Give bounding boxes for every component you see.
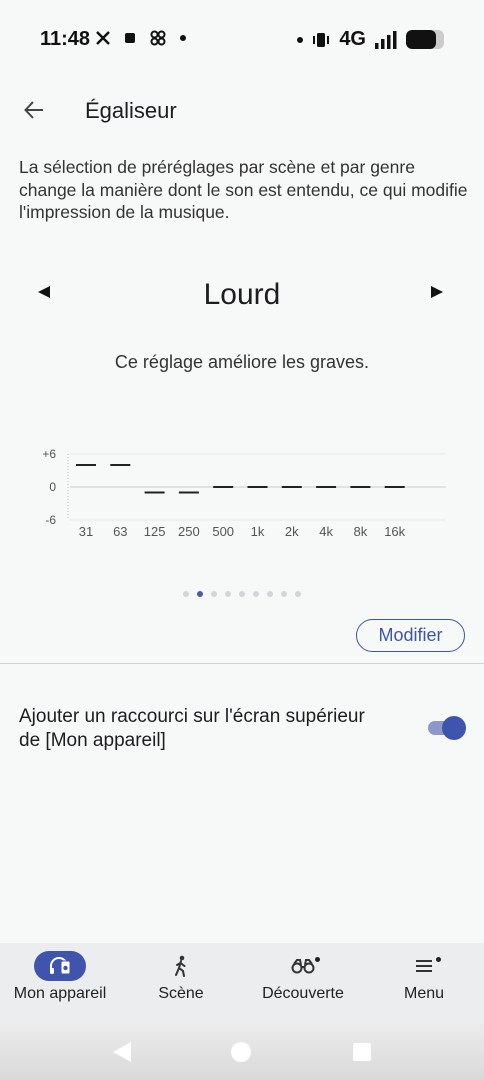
- pinwheel-icon: [150, 30, 166, 46]
- shortcut-toggle[interactable]: [428, 716, 466, 740]
- nav-icon-container: [155, 951, 207, 981]
- description-text: La sélection de préréglages par scène et…: [19, 157, 468, 222]
- x-tick-label: 63: [113, 524, 127, 539]
- page-dot: [267, 591, 273, 597]
- bottom-navigation: Mon appareil Scène Découverte Menu: [0, 943, 484, 1023]
- page-dot: [197, 591, 203, 597]
- signal-icon: [375, 30, 397, 49]
- page-title: Égaliseur: [85, 98, 177, 123]
- arrow-left-icon: [24, 101, 43, 119]
- next-preset-button[interactable]: [430, 284, 444, 304]
- shortcut-label: Ajouter un raccourci sur l'écran supérie…: [19, 706, 365, 751]
- battery-icon: [406, 30, 444, 49]
- x-tick-label: 250: [178, 524, 200, 539]
- x-tick-label: 125: [144, 524, 166, 539]
- page-dot: [239, 591, 245, 597]
- preset-page-indicator: [0, 591, 484, 597]
- notification-badge: [315, 957, 320, 962]
- network-type: 4G: [339, 28, 366, 50]
- walking-person-icon: [175, 955, 186, 977]
- nav-label: Menu: [403, 985, 445, 1002]
- preset-description: Ce réglage améliore les graves.: [114, 352, 370, 372]
- page-dot: [253, 591, 259, 597]
- notification-icons: [95, 29, 186, 47]
- binoculars-icon: [291, 959, 315, 974]
- x-tick-label: 8k: [354, 524, 368, 539]
- x-tick-label: 2k: [285, 524, 299, 539]
- nav-item-scene[interactable]: Scène: [141, 943, 221, 1023]
- system-navigation-bar: [0, 1023, 484, 1080]
- y-tick-label: 0: [49, 480, 56, 494]
- recents-square-icon[interactable]: [353, 1043, 371, 1061]
- nav-item-decouverte[interactable]: Découverte: [253, 943, 353, 1023]
- x-logo-icon: [96, 31, 110, 45]
- x-tick-label: 31: [79, 524, 93, 539]
- nav-label: Découverte: [262, 985, 344, 1002]
- hamburger-menu-icon: [416, 960, 432, 972]
- notification-badge: [436, 957, 441, 962]
- nav-item-menu[interactable]: Menu: [384, 943, 464, 1023]
- nav-icon-container: [34, 951, 86, 981]
- page-dot: [225, 591, 231, 597]
- y-tick-label: -6: [45, 513, 56, 527]
- page-dot: [211, 591, 217, 597]
- page-dot: [295, 591, 301, 597]
- status-bar: 11:48 4G: [0, 0, 484, 80]
- equalizer-chart: +6 0 -6 31 63 125 250 500 1k 2k 4k 8k 16k: [42, 447, 446, 539]
- nav-icon-container: [398, 951, 450, 981]
- page-dot: [281, 591, 287, 597]
- modify-button[interactable]: Modifier: [356, 619, 465, 652]
- x-tick-label: 1k: [251, 524, 265, 539]
- nav-label: Mon appareil: [13, 985, 107, 1002]
- vibrate-icon: [313, 32, 330, 47]
- divider: [0, 663, 484, 664]
- dot-icon: [180, 35, 186, 41]
- nav-icon-container: [277, 951, 329, 981]
- toggle-thumb: [442, 716, 466, 740]
- preset-name: Lourd: [203, 278, 281, 311]
- nav-item-mon-appareil[interactable]: Mon appareil: [10, 943, 110, 1023]
- x-tick-label: 16k: [384, 524, 405, 539]
- x-tick-label: 500: [212, 524, 234, 539]
- home-circle-icon[interactable]: [231, 1042, 251, 1062]
- battery-level: [406, 30, 437, 49]
- headphones-device-icon: [50, 957, 71, 975]
- x-tick-label: 4k: [319, 524, 333, 539]
- back-triangle-icon[interactable]: [112, 1041, 132, 1063]
- triangle-right-icon: [431, 286, 443, 298]
- back-button[interactable]: [18, 94, 50, 126]
- page-dot: [183, 591, 189, 597]
- y-tick-label: +6: [42, 447, 56, 461]
- square-icon: [125, 33, 135, 43]
- app-header: Égaliseur: [0, 88, 484, 132]
- status-time: 11:48: [40, 28, 91, 50]
- system-status-icons: 4G: [297, 28, 444, 51]
- preset-selector: Lourd: [0, 274, 484, 320]
- nav-label: Scène: [158, 985, 204, 1002]
- dot-icon: [297, 36, 304, 43]
